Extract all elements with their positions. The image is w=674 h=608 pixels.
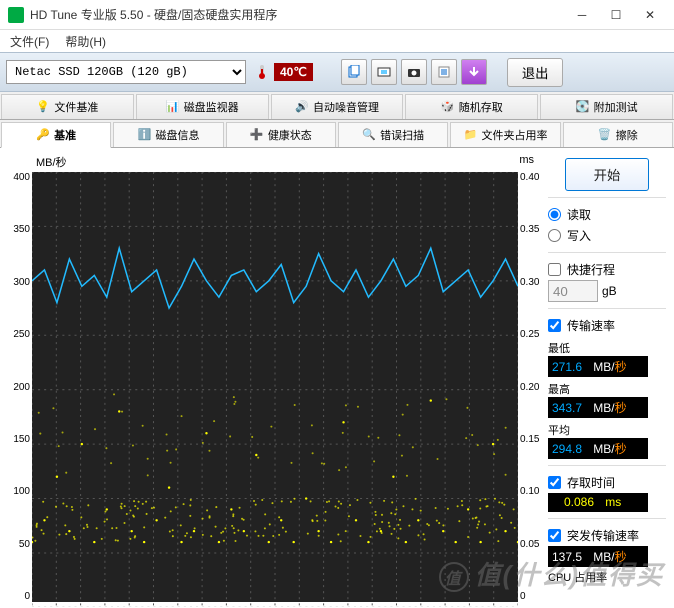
close-button[interactable]: ✕ [634, 3, 666, 27]
cpu-label: CPU 占用率 [548, 569, 666, 585]
toolbar: Netac SSD 120GB (120 gB) 40℃ 退出 [0, 52, 674, 92]
chart-area: MB/秒 ms 400350300250200150100500 0.400.3… [8, 154, 518, 608]
magnifier-icon: 🔍 [362, 128, 376, 142]
short-stroke-checkbox[interactable]: 快捷行程 [548, 259, 666, 280]
folder-icon: 📁 [463, 128, 477, 142]
menubar: 文件(F) 帮助(H) [0, 30, 674, 52]
min-value: 271.6 MB/秒 [548, 356, 648, 377]
avg-value: 294.8 MB/秒 [548, 438, 648, 459]
short-stroke-unit: gB [602, 284, 617, 298]
monitor-icon: 📊 [166, 100, 180, 114]
read-radio[interactable]: 读取 [548, 204, 666, 225]
transfer-rate-checkbox[interactable]: 传输速率 [548, 315, 666, 336]
speaker-icon: 🔊 [295, 100, 309, 114]
access-time-checkbox[interactable]: 存取时间 [548, 472, 666, 493]
burst-rate-checkbox[interactable]: 突发传输速率 [548, 525, 666, 546]
lightbulb-icon: 💡 [36, 100, 50, 114]
window-title: HD Tune 专业版 5.50 - 硬盘/固态硬盘实用程序 [30, 6, 566, 23]
temperature-display: 40℃ [254, 63, 313, 81]
tab-disk-info[interactable]: ℹ️磁盘信息 [113, 122, 223, 147]
benchmark-chart [32, 172, 518, 602]
cross-icon: ➕ [250, 128, 264, 142]
tab-file-benchmark[interactable]: 💡文件基准 [1, 94, 134, 119]
tab-aam[interactable]: 🔊自动噪音管理 [271, 94, 404, 119]
y2-axis-label: ms [519, 154, 534, 170]
y2-axis-ticks: 0.400.350.300.250.200.150.100.050 [520, 172, 546, 602]
short-stroke-input [548, 280, 598, 302]
y-axis-ticks: 400350300250200150100500 [8, 172, 30, 602]
menu-help[interactable]: 帮助(H) [59, 31, 112, 52]
titlebar: HD Tune 专业版 5.50 - 硬盘/固态硬盘实用程序 ─ ☐ ✕ [0, 0, 674, 30]
copy-info-button[interactable] [341, 59, 367, 85]
dice-icon: 🎲 [441, 100, 455, 114]
tab-row-bottom: 🔑基准 ℹ️磁盘信息 ➕健康状态 🔍错误扫描 📁文件夹占用率 🗑️擦除 [0, 120, 674, 148]
tab-folder-usage[interactable]: 📁文件夹占用率 [450, 122, 560, 147]
burst-rate-value: 137.5 MB/秒 [548, 546, 648, 567]
thermometer-icon [254, 64, 270, 80]
chart-svg [32, 172, 518, 607]
info-icon: ℹ️ [137, 128, 151, 142]
max-label: 最高 [548, 381, 666, 397]
tab-extra-tests[interactable]: 💽附加测试 [540, 94, 673, 119]
tab-row-top: 💡文件基准 📊磁盘监视器 🔊自动噪音管理 🎲随机存取 💽附加测试 [0, 92, 674, 120]
copy-screenshot-button[interactable] [371, 59, 397, 85]
tab-random-access[interactable]: 🎲随机存取 [405, 94, 538, 119]
temperature-value: 40℃ [274, 63, 313, 81]
y-axis-label: MB/秒 [36, 154, 67, 170]
maximize-button[interactable]: ☐ [600, 3, 632, 27]
tab-error-scan[interactable]: 🔍错误扫描 [338, 122, 448, 147]
write-radio[interactable]: 写入 [548, 225, 666, 246]
app-icon [8, 7, 24, 23]
key-icon: 🔑 [36, 128, 50, 142]
menu-file[interactable]: 文件(F) [4, 31, 55, 52]
tab-erase[interactable]: 🗑️擦除 [563, 122, 673, 147]
save-button[interactable] [461, 59, 487, 85]
exit-button[interactable]: 退出 [507, 58, 564, 87]
tab-benchmark[interactable]: 🔑基准 [1, 122, 111, 148]
max-value: 343.7 MB/秒 [548, 397, 648, 418]
disk-icon: 💽 [576, 100, 590, 114]
tab-disk-monitor[interactable]: 📊磁盘监视器 [136, 94, 269, 119]
drive-select[interactable]: Netac SSD 120GB (120 gB) [6, 60, 246, 84]
options-button[interactable] [431, 59, 457, 85]
avg-label: 平均 [548, 422, 666, 438]
min-label: 最低 [548, 340, 666, 356]
start-button[interactable]: 开始 [565, 158, 650, 191]
tab-health[interactable]: ➕健康状态 [226, 122, 336, 147]
screenshot-button[interactable] [401, 59, 427, 85]
access-time-value: 0.086 ms [548, 493, 648, 512]
minimize-button[interactable]: ─ [566, 3, 598, 27]
trash-icon: 🗑️ [598, 128, 612, 142]
